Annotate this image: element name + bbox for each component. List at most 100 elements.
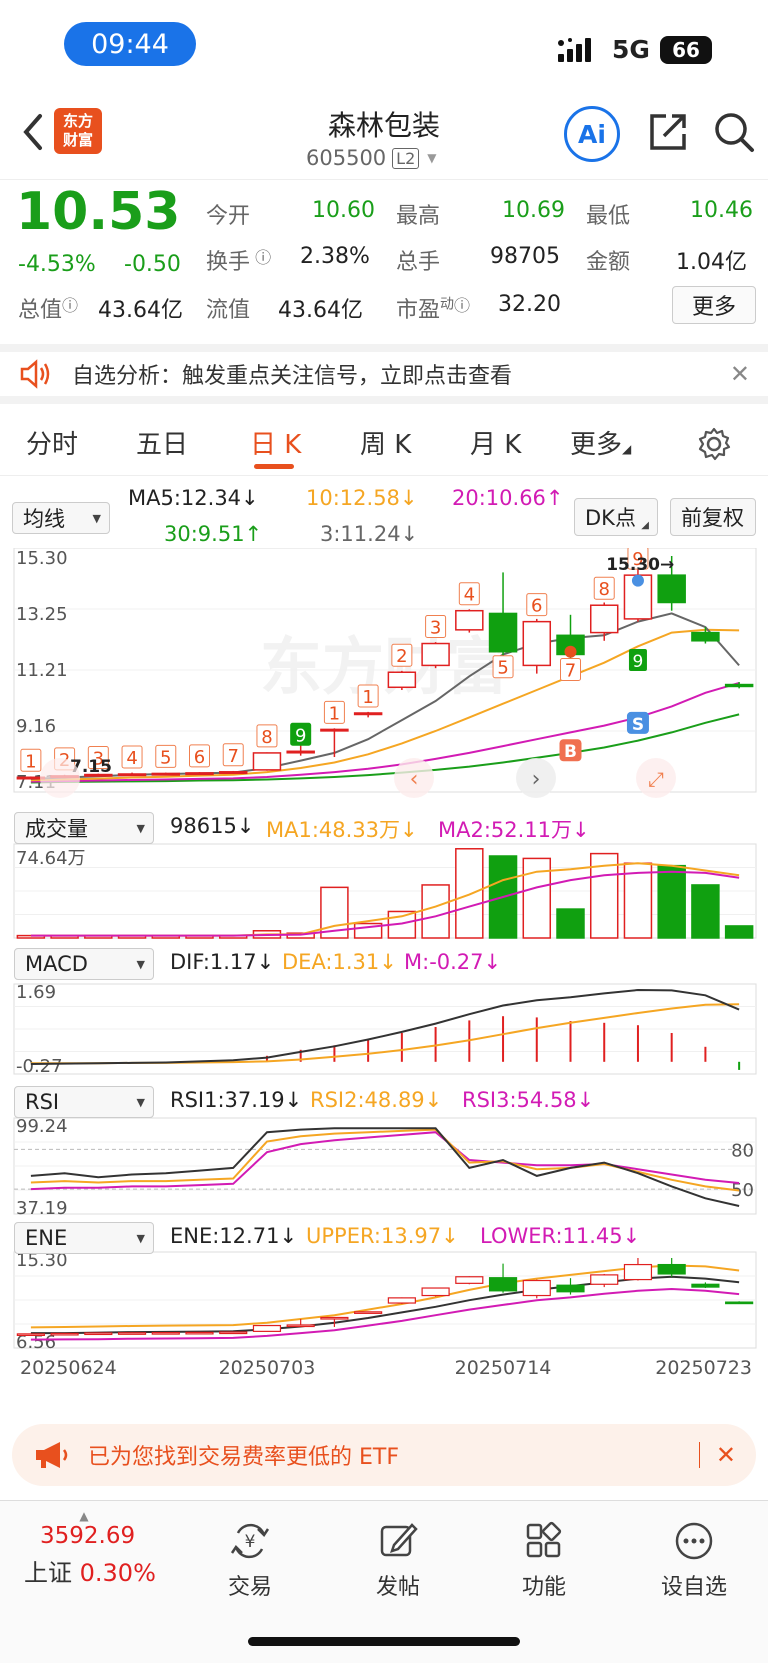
rsi-legend-1: RSI1:37.19↓	[170, 1088, 303, 1112]
caret-icon: ◢	[622, 442, 632, 456]
rsi-selector[interactable]: RSI ▼	[14, 1086, 154, 1118]
alert-text: 自选分析：触发重点关注信号，立即点击查看	[72, 364, 513, 389]
macd-chart: 1.69 -0.27	[13, 982, 757, 1077]
adjust-button[interactable]: 前复权	[670, 498, 756, 536]
ene-candle-body	[50, 1332, 79, 1336]
tab-functions[interactable]: 功能	[494, 1519, 594, 1601]
ai-button[interactable]: Ai	[564, 106, 620, 162]
volume-legend-ma2: MA2:52.11万↓	[438, 818, 590, 842]
volume-bar	[421, 884, 450, 939]
ene-selector[interactable]: ENE ▼	[14, 1222, 154, 1254]
candle-body	[455, 609, 484, 631]
status-time: 09:44	[64, 22, 196, 66]
kline-y-tick: 13.25	[16, 604, 68, 625]
ene-candle-body	[286, 1324, 315, 1328]
ene-candle-body	[488, 1277, 518, 1292]
candle-body	[218, 771, 248, 775]
rsi-y-tick: 99.24	[16, 1116, 68, 1137]
close-icon[interactable]: ✕	[730, 360, 750, 388]
ene-candle-body	[691, 1283, 720, 1288]
rsi-legend-3: RSI3:54.58↓	[462, 1088, 595, 1112]
tab-more[interactable]: 更多◢	[570, 424, 631, 461]
ene-candle-body	[387, 1297, 416, 1304]
volume-selector[interactable]: 成交量 ▼	[14, 812, 154, 844]
volume-label: 总手	[396, 250, 441, 275]
info-icon: ⓘ	[250, 248, 272, 267]
quote-panel: 10.53 -4.53% -0.50 今开 10.60 最高 10.69 最低 …	[0, 180, 768, 340]
close-icon[interactable]: ✕	[716, 1441, 736, 1469]
stock-code-row[interactable]: 605500 L2 ▼	[306, 146, 437, 170]
macd-legend-m: M:-0.27↓	[404, 950, 502, 974]
x-axis-date: 20250714	[455, 1357, 552, 1378]
sequence-number: 9	[295, 725, 306, 746]
sell-signal-label: S	[632, 715, 644, 735]
ma10-legend: 10:12.58↓	[306, 486, 418, 510]
etf-banner-text: 已为您找到交易费率更低的 ETF	[88, 1445, 399, 1470]
x-axis-date: 20250624	[20, 1357, 117, 1378]
etf-banner[interactable]: 已为您找到交易费率更低的 ETF ✕	[12, 1424, 756, 1486]
stock-code: 605500	[306, 146, 387, 170]
search-icon[interactable]	[712, 110, 756, 154]
kline-y-tick: 9.16	[16, 716, 56, 737]
dk-point-button[interactable]: DK点 ◢	[574, 498, 658, 536]
tab-weekly-k[interactable]: 周 K	[360, 424, 411, 461]
settings-gear-icon[interactable]	[696, 426, 732, 462]
rsi2-line	[30, 1128, 740, 1192]
ene-candle-body	[185, 1331, 214, 1335]
high-label: 最高	[396, 204, 441, 229]
candle-body	[185, 772, 214, 776]
info-icon: ⓘ	[62, 296, 79, 315]
tab-daily-k[interactable]: 日 K	[250, 424, 301, 461]
tab-watchlist[interactable]: 设自选	[644, 1519, 744, 1601]
pe-label: 市盈动ⓘ	[396, 296, 471, 323]
sequence-number: 7	[565, 660, 576, 681]
home-indicator	[248, 1637, 520, 1646]
share-icon[interactable]	[646, 110, 690, 154]
mktcap-value: 43.64亿	[98, 298, 183, 323]
tab-post[interactable]: 发帖	[348, 1519, 448, 1601]
pan-left-button	[40, 758, 80, 798]
sequence-number: 5	[160, 747, 171, 768]
tab-monthly-k[interactable]: 月 K	[470, 424, 521, 461]
volume-y-tick: 74.64万	[16, 848, 86, 869]
expand-icon: ⤢	[648, 767, 664, 791]
amount-value: 1.04亿	[676, 250, 747, 275]
candle-body	[488, 612, 518, 653]
sequence-number: 8	[261, 727, 272, 748]
analysis-alert[interactable]: 自选分析：触发重点关注信号，立即点击查看 ✕	[0, 344, 768, 404]
rsi-legend-2: RSI2:48.89↓	[310, 1088, 443, 1112]
ene-candle-body	[657, 1263, 686, 1275]
more-button[interactable]: 更多	[672, 286, 756, 324]
sequence-number: 2	[396, 646, 407, 667]
low-value: 10.46	[690, 198, 753, 223]
open-value: 10.60	[312, 198, 375, 223]
ene-candle-body	[219, 1331, 248, 1335]
ene-legend-ene: ENE:12.71↓	[170, 1224, 298, 1248]
candle-body	[320, 728, 349, 732]
turnover-value: 2.38%	[300, 244, 370, 269]
ma-selector[interactable]: 均线 ▼	[12, 502, 110, 534]
tab-trade[interactable]: ¥ 交易	[200, 1519, 300, 1601]
index-widget[interactable]: ▲ 3592.69 上证 0.30%	[24, 1509, 174, 1588]
x-axis: 20250624 20250703 20250714 20250723	[20, 1357, 752, 1378]
buy-signal-label: B	[564, 742, 577, 762]
tab-5day[interactable]: 五日	[136, 424, 188, 461]
amount-label: 金额	[586, 250, 631, 275]
candle-body	[589, 604, 619, 634]
index-value: 3592.69	[40, 1523, 136, 1549]
volume-legend-cur: 98615↓	[170, 814, 255, 838]
status-bar: 09:44 5G 66	[0, 0, 768, 96]
tab-minute[interactable]: 分时	[26, 424, 78, 461]
change-abs: -0.50	[124, 252, 181, 277]
volume-bar	[455, 848, 484, 939]
macd-legend-dea: DEA:1.31↓	[282, 950, 397, 974]
last-price: 10.53	[16, 182, 181, 242]
float-label: 流值	[206, 298, 251, 323]
volume-legend-ma1: MA1:48.33万↓	[266, 818, 418, 842]
ene-candle-body	[252, 1324, 282, 1332]
ene-candle-body	[623, 1263, 653, 1281]
ma20-legend: 20:10.66↑	[452, 486, 564, 510]
float-value: 43.64亿	[278, 298, 363, 323]
sequence-number: 5	[497, 658, 508, 679]
macd-selector[interactable]: MACD ▼	[14, 948, 154, 980]
